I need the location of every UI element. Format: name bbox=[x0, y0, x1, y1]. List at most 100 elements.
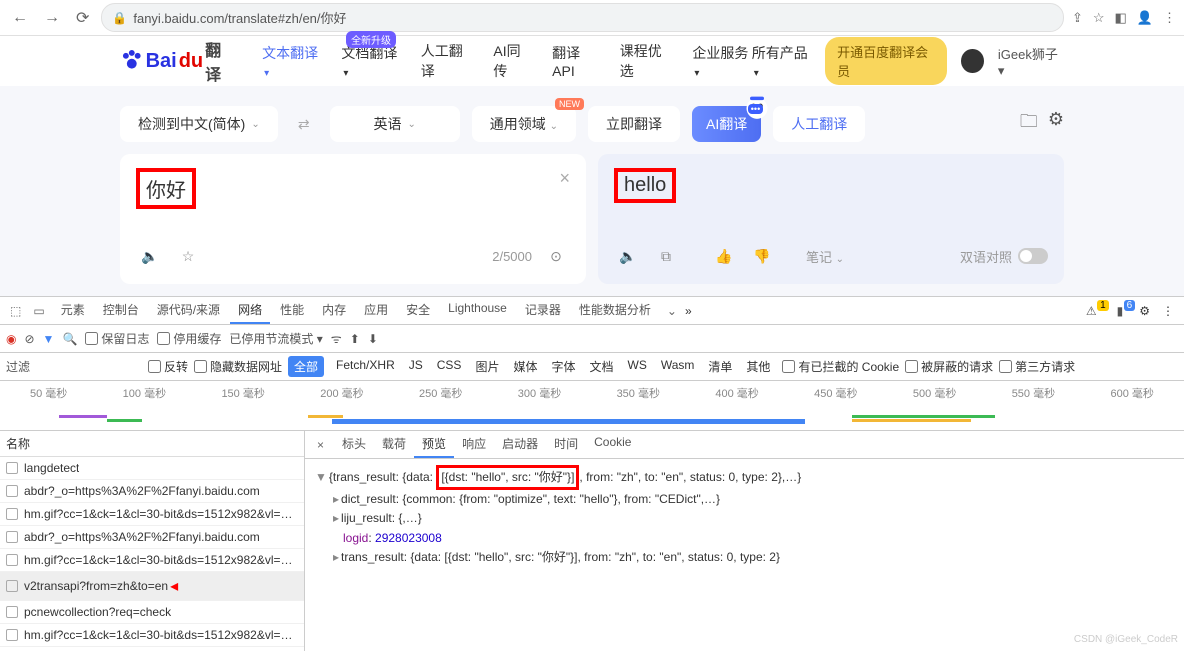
request-row[interactable]: abdr?_o=https%3A%2F%2Ffanyi.baidu.com bbox=[0, 480, 304, 503]
clear-button[interactable]: ⊘ bbox=[24, 332, 34, 346]
bilingual-switch[interactable] bbox=[1018, 248, 1048, 264]
nav-item-3[interactable]: AI同传 bbox=[493, 41, 532, 81]
speaker-icon[interactable]: 🔈 bbox=[136, 242, 164, 270]
close-detail-button[interactable]: × bbox=[309, 438, 332, 452]
avatar[interactable] bbox=[961, 49, 984, 73]
detail-tab[interactable]: 启动器 bbox=[494, 431, 546, 458]
filter-chip[interactable]: CSS bbox=[431, 356, 468, 377]
star-icon[interactable]: ☆ bbox=[174, 242, 202, 270]
filter-chip[interactable]: 字体 bbox=[545, 356, 581, 377]
filter-chip[interactable]: 文档 bbox=[583, 356, 619, 377]
devtools-more-icon[interactable]: ⋮ bbox=[1158, 304, 1178, 318]
detail-tab[interactable]: 载荷 bbox=[374, 431, 414, 458]
issues-badge[interactable]: ▮6 bbox=[1109, 300, 1132, 322]
back-button[interactable]: ← bbox=[8, 5, 32, 31]
devtools-tab[interactable]: 元素 bbox=[53, 297, 93, 324]
filter-chip[interactable]: Wasm bbox=[655, 356, 701, 377]
record-button[interactable]: ◉ bbox=[6, 332, 16, 346]
share-icon[interactable]: ⇪ bbox=[1072, 10, 1083, 26]
request-row[interactable]: hm.gif?cc=1&ck=1&cl=30-bit&ds=1512x982&v… bbox=[0, 624, 304, 647]
filter-chip[interactable]: 图片 bbox=[469, 356, 505, 377]
source-text-box[interactable]: 你好 × 🔈 ☆ 2/5000 ⊙ bbox=[120, 154, 586, 284]
disable-cache-check[interactable]: 停用缓存 bbox=[157, 330, 221, 347]
wifi-icon[interactable]: ᯤ bbox=[331, 330, 342, 347]
request-row[interactable]: hm.gif?cc=1&ck=1&cl=30-bit&ds=1512x982&v… bbox=[0, 549, 304, 572]
devtools-tab[interactable]: 性能 bbox=[272, 297, 312, 324]
filter-chip[interactable]: JS bbox=[403, 356, 429, 377]
clear-input-button[interactable]: × bbox=[559, 168, 570, 189]
username[interactable]: iGeek狮子 ▾ bbox=[998, 44, 1064, 79]
notes-link[interactable]: 笔记 ⌄ bbox=[806, 247, 844, 266]
ai-translate-button[interactable]: AI翻译 ••• bbox=[692, 106, 761, 142]
preserve-log-check[interactable]: 保留日志 bbox=[85, 330, 149, 347]
request-row[interactable]: hm.gif?cc=1&ck=1&cl=30-bit&ds=1512x982&v… bbox=[0, 503, 304, 526]
request-row[interactable]: langdetect bbox=[0, 457, 304, 480]
throttle-select[interactable]: 已停用节流模式 ▾ bbox=[229, 330, 322, 347]
devtools-tab[interactable]: 安全 bbox=[398, 297, 438, 324]
menu-icon[interactable]: ⋮ bbox=[1163, 10, 1176, 26]
request-row[interactable]: pcnewcollection?req=check bbox=[0, 601, 304, 624]
more-tabs-icon[interactable]: » bbox=[685, 304, 692, 318]
hide-dataurl-check[interactable]: 隐藏数据网址 bbox=[194, 358, 282, 375]
nav-item-1[interactable]: 文档翻译▾全新升级 bbox=[341, 43, 400, 79]
filter-icon[interactable]: ▼ bbox=[43, 332, 55, 346]
devtools-tab[interactable]: 性能数据分析 bbox=[571, 297, 659, 324]
nav-item-6[interactable]: 企业服务▾ bbox=[692, 43, 751, 79]
devtools-tab[interactable]: 源代码/来源 bbox=[149, 297, 228, 324]
devtools-tab[interactable]: 应用 bbox=[356, 297, 396, 324]
human-translate-button[interactable]: 人工翻译 bbox=[773, 106, 865, 142]
url-bar[interactable]: 🔒 fanyi.baidu.com/translate#zh/en/你好 bbox=[101, 3, 1064, 32]
nav-item-4[interactable]: 翻译API bbox=[552, 43, 600, 79]
request-row[interactable]: hm.gif?cc=1&ck=1&cl=30-bit&ds=1512x982&v… bbox=[0, 647, 304, 651]
nav-item-5[interactable]: 课程优选 bbox=[620, 41, 673, 81]
thumb-down-icon[interactable]: 👎 bbox=[748, 242, 776, 270]
expand-icon[interactable]: ⌄ bbox=[667, 304, 677, 318]
devtools-tab[interactable]: 内存 bbox=[314, 297, 354, 324]
filter-chip[interactable]: 其他 bbox=[740, 356, 776, 377]
logo[interactable]: Baidu 翻译 bbox=[120, 37, 234, 85]
translate-button[interactable]: 立即翻译 bbox=[588, 106, 680, 142]
dst-lang-select[interactable]: 英语⌄ bbox=[330, 106, 460, 142]
detail-tab[interactable]: 时间 bbox=[546, 431, 586, 458]
devtools-tab[interactable]: Lighthouse bbox=[440, 297, 515, 324]
download-icon[interactable]: ⬇ bbox=[368, 332, 378, 346]
devtools-tab[interactable]: 控制台 bbox=[95, 297, 147, 324]
upload-icon[interactable]: ⬆ bbox=[350, 332, 360, 346]
filter-chip[interactable]: 清单 bbox=[702, 356, 738, 377]
settings-icon[interactable]: ⚙ bbox=[1048, 109, 1064, 139]
nav-item-0[interactable]: 文本翻译▾ bbox=[262, 43, 321, 79]
warnings-badge[interactable]: ⚠1 bbox=[1078, 300, 1105, 322]
filter-chip[interactable]: WS bbox=[622, 356, 653, 377]
bookmark-icon[interactable]: ☆ bbox=[1093, 10, 1105, 26]
domain-select[interactable]: 通用领域 ⌄ NEW bbox=[472, 106, 576, 142]
panel-icon[interactable]: ◧ bbox=[1115, 10, 1127, 26]
devtools-tab[interactable]: 记录器 bbox=[517, 297, 569, 324]
request-row[interactable]: abdr?_o=https%3A%2F%2Ffanyi.baidu.com bbox=[0, 526, 304, 549]
swap-lang-button[interactable]: ⇄ bbox=[290, 110, 318, 138]
keyboard-icon[interactable]: ⊙ bbox=[542, 242, 570, 270]
request-list[interactable]: 名称 langdetectabdr?_o=https%3A%2F%2Ffanyi… bbox=[0, 431, 305, 651]
src-lang-select[interactable]: 检测到中文(简体)⌄ bbox=[120, 106, 278, 142]
profile-icon[interactable]: 👤 bbox=[1137, 10, 1153, 26]
preview-body[interactable]: ▼{trans_result: {data: [{dst: "hello", s… bbox=[305, 459, 1184, 573]
detail-tab[interactable]: 标头 bbox=[334, 431, 374, 458]
folder-icon[interactable]: 🗀 bbox=[1020, 109, 1038, 139]
invert-check[interactable]: 反转 bbox=[148, 358, 188, 375]
request-row[interactable]: v2transapi?from=zh&to=en◂ bbox=[0, 572, 304, 601]
blocked-req-check[interactable]: 被屏蔽的请求 bbox=[905, 358, 993, 375]
blocked-cookie-check[interactable]: 有已拦截的 Cookie bbox=[782, 358, 899, 375]
devtools-settings-icon[interactable]: ⚙ bbox=[1135, 304, 1154, 318]
speaker-icon[interactable]: 🔈 bbox=[614, 242, 642, 270]
detail-tab[interactable]: 预览 bbox=[414, 431, 454, 458]
thumb-up-icon[interactable]: 👍 bbox=[710, 242, 738, 270]
all-products[interactable]: 所有产品▾ bbox=[752, 43, 811, 79]
network-timeline[interactable]: 50 毫秒100 毫秒150 毫秒200 毫秒250 毫秒300 毫秒350 毫… bbox=[0, 381, 1184, 431]
detail-tab[interactable]: Cookie bbox=[586, 431, 639, 458]
device-icon[interactable]: ▭ bbox=[29, 304, 48, 318]
nav-item-2[interactable]: 人工翻译 bbox=[421, 41, 474, 81]
forward-button[interactable]: → bbox=[40, 5, 64, 31]
copy-icon[interactable]: ⧉ bbox=[652, 242, 680, 270]
devtools-tab[interactable]: 网络 bbox=[230, 297, 270, 324]
inspect-icon[interactable]: ⬚ bbox=[6, 304, 25, 318]
filter-chip[interactable]: 媒体 bbox=[507, 356, 543, 377]
